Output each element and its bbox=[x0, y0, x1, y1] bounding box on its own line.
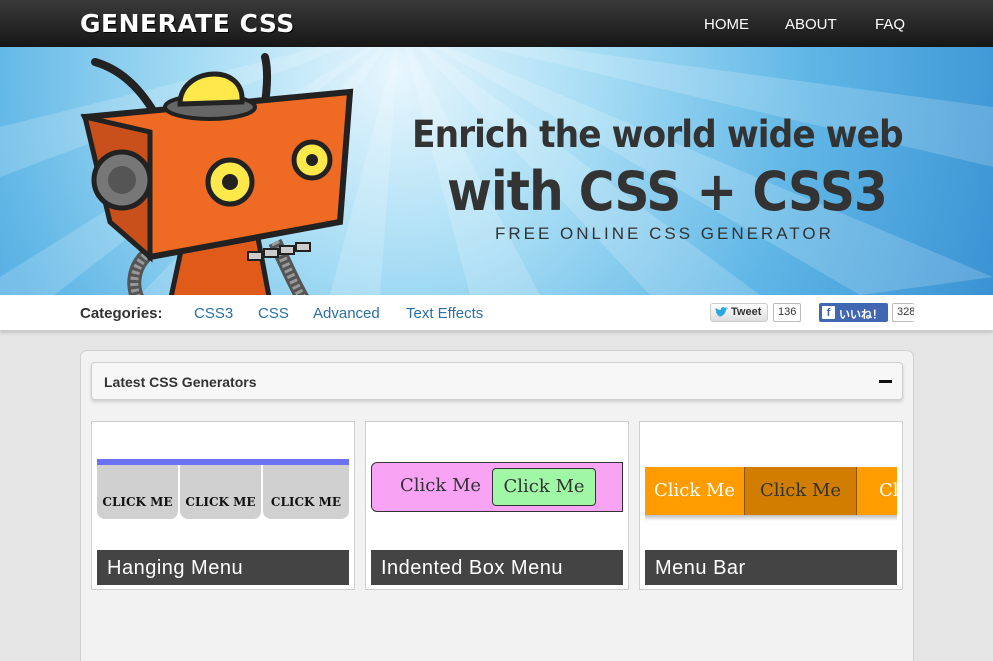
hanging-menu-item: CLICK ME bbox=[263, 465, 349, 519]
hero-banner: Enrich the world wide web with CSS + CSS… bbox=[0, 47, 993, 295]
banner-headline-line2: with CSS + CSS3 bbox=[447, 160, 888, 223]
hanging-menu-item: CLICK ME bbox=[180, 465, 262, 519]
category-link-advanced[interactable]: Advanced bbox=[313, 305, 380, 322]
categories-label: Categories: bbox=[80, 305, 163, 322]
banner-tagline: FREE ONLINE CSS GENERATOR bbox=[495, 224, 834, 243]
hanging-menu-item: CLICK ME bbox=[97, 465, 179, 519]
card-caption: Hanging Menu bbox=[97, 550, 349, 585]
tweet-button[interactable]: Tweet bbox=[710, 303, 768, 322]
generator-card-indented-box-menu[interactable]: Click Me Click Me Indented Box Menu bbox=[365, 421, 629, 590]
like-label: いいね！ bbox=[839, 309, 883, 321]
indented-menu-item: Click Me bbox=[400, 475, 482, 496]
card-caption: Indented Box Menu bbox=[371, 550, 623, 585]
collapse-minus-icon[interactable] bbox=[879, 380, 892, 383]
menu-bar-item: Cl bbox=[857, 467, 897, 515]
menu-bar-preview: Click Me Click Me Cl bbox=[645, 467, 897, 519]
top-navbar: GENERATE CSS HOME ABOUT FAQ bbox=[0, 0, 993, 47]
tweet-label: Tweet bbox=[731, 306, 762, 318]
panel-title: Latest CSS Generators bbox=[104, 374, 257, 390]
site-logo[interactable]: GENERATE CSS bbox=[80, 9, 295, 38]
nav-faq[interactable]: FAQ bbox=[875, 16, 905, 33]
category-link-css[interactable]: CSS bbox=[258, 305, 289, 322]
robot-mascot-icon bbox=[80, 53, 354, 295]
card-caption: Menu Bar bbox=[645, 550, 897, 585]
category-link-text-effects[interactable]: Text Effects bbox=[406, 305, 483, 322]
latest-generators-panel: Latest CSS Generators CLICK ME CLICK ME … bbox=[80, 350, 914, 661]
twitter-bird-icon bbox=[715, 307, 728, 317]
panel-header: Latest CSS Generators bbox=[91, 362, 903, 400]
categories-bar: Categories: CSS3 CSS Advanced Text Effec… bbox=[0, 295, 993, 331]
generator-card-menu-bar[interactable]: Click Me Click Me Cl Menu Bar bbox=[639, 421, 903, 590]
like-count: 328 bbox=[892, 303, 914, 322]
indented-menu-item-active: Click Me bbox=[492, 468, 596, 506]
menu-bar-shadow bbox=[645, 515, 897, 521]
category-link-css3[interactable]: CSS3 bbox=[194, 305, 233, 322]
generator-card-hanging-menu[interactable]: CLICK ME CLICK ME CLICK ME Hanging Menu bbox=[91, 421, 355, 590]
nav-about[interactable]: ABOUT bbox=[785, 16, 837, 33]
banner-headline-line1: Enrich the world wide web bbox=[412, 113, 904, 156]
indented-box-menu-preview: Click Me Click Me bbox=[371, 462, 623, 512]
tweet-count: 136 bbox=[773, 303, 802, 322]
menu-bar-item: Click Me bbox=[645, 467, 745, 515]
menu-bar-item-active: Click Me bbox=[745, 467, 857, 515]
nav-home[interactable]: HOME bbox=[704, 16, 749, 33]
facebook-like-button[interactable]: f いいね！ bbox=[819, 303, 888, 322]
facebook-icon: f bbox=[822, 306, 835, 319]
